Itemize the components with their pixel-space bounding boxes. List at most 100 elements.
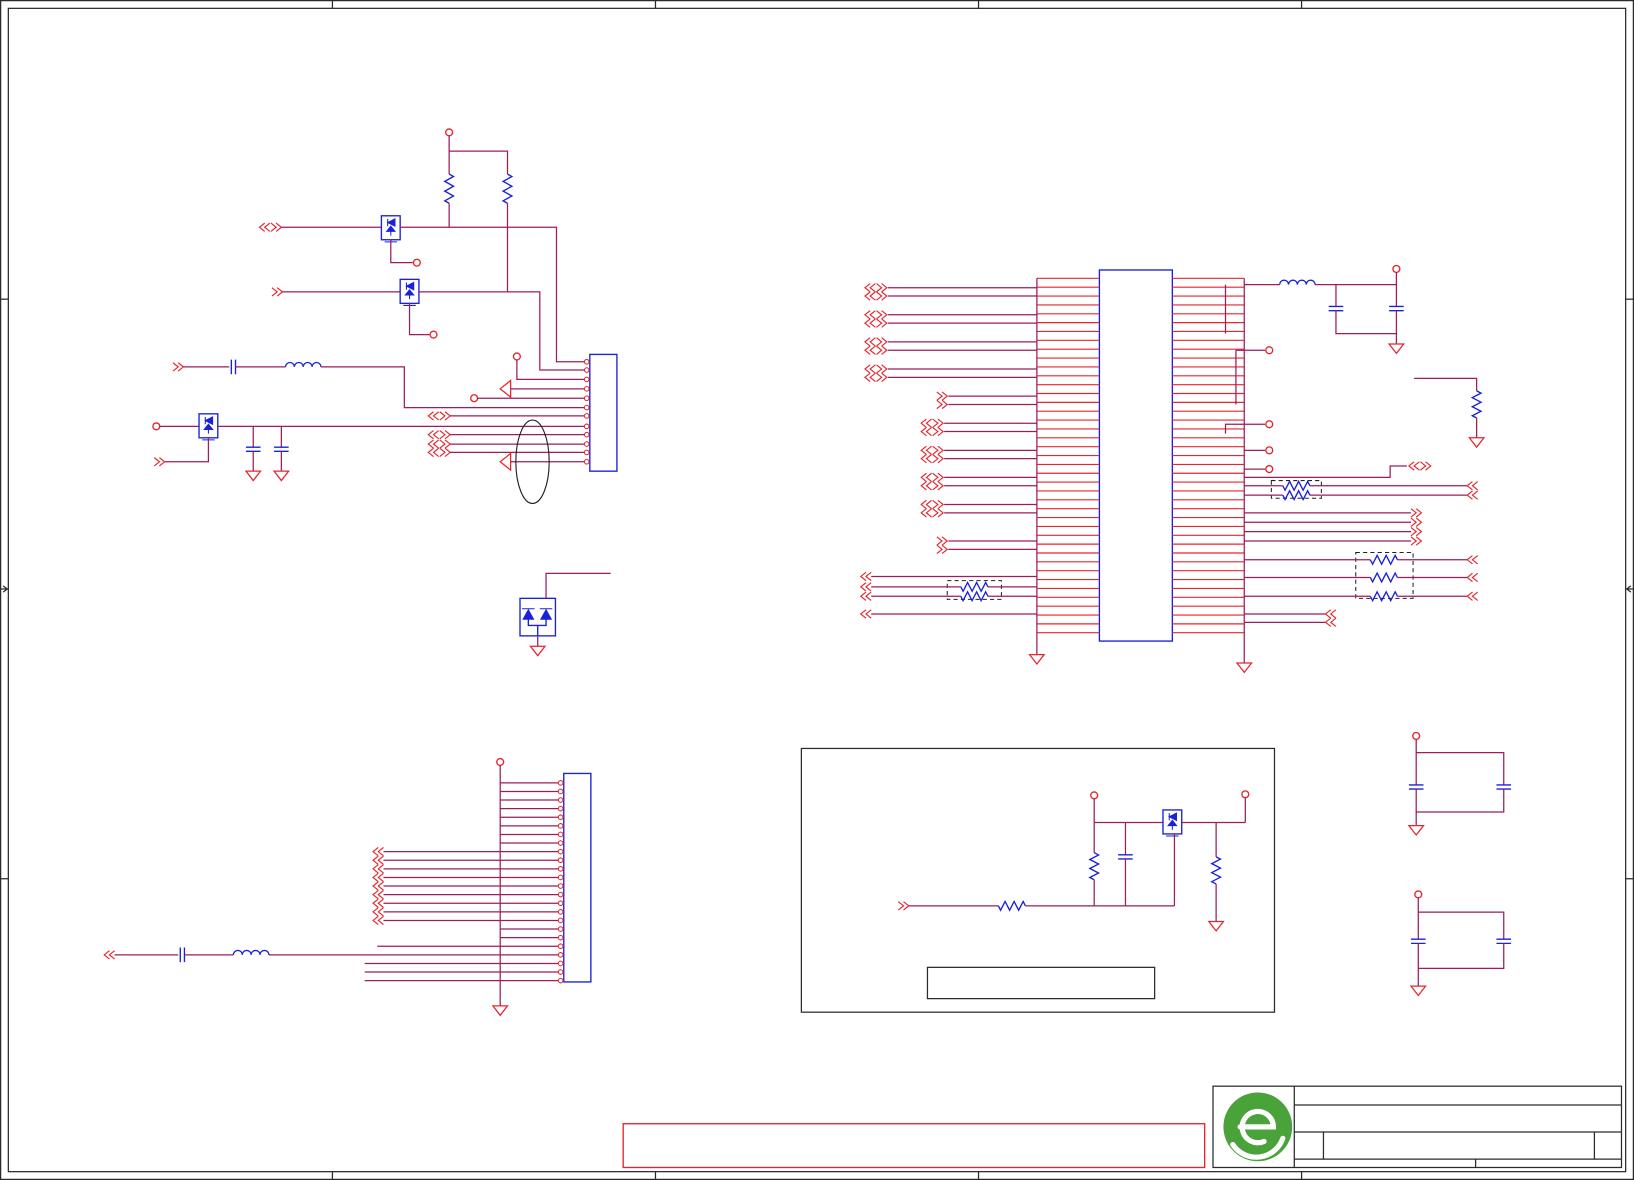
net-wire [1335,310,1397,335]
off-page-out-arrow-icon [271,287,284,297]
off-page-in-arrow-icon [1466,572,1479,583]
off-page-out-arrow-icon [932,426,945,437]
connector-pin [583,449,590,456]
drawing-frame [0,0,1634,1180]
connector-pin [557,909,564,915]
connector-pin [557,891,564,898]
off-page-out-arrow-icon [876,310,888,320]
off-page-in-arrow-icon [1407,461,1420,471]
off-page-in-arrow-icon [427,430,440,440]
off-page-in-arrow-icon [427,439,440,449]
section-outline [800,747,1276,1013]
off-page-out-arrow-icon [270,222,283,232]
outer-border [0,0,1634,1180]
capacitor-icon [1118,854,1133,860]
off-page-out-arrow-icon [876,291,888,301]
resistor-icon [1210,856,1222,885]
ground-icon [244,470,262,482]
off-page-in-arrow-icon [1466,591,1479,601]
power-port-icon [1090,791,1099,800]
mosfet-icon [384,218,398,243]
off-page-in-arrow-icon [372,855,384,865]
power-port-icon [1265,346,1274,355]
off-page-out-arrow-icon [876,372,888,382]
note-box [926,966,1156,1000]
input-switch-block [258,128,587,371]
power-port-icon [429,330,438,339]
decoupling-block [1407,731,1512,997]
net-wire [164,437,210,463]
capacitor-icon [1389,305,1404,312]
connector-pin [583,395,590,402]
capacitor-icon [179,947,186,963]
connector-pin [583,404,590,411]
off-page-in-arrow-icon [427,411,440,421]
connector-pin [557,977,564,984]
inner-border [7,7,1627,1173]
connector-pin [557,926,564,932]
resistor-icon [443,173,455,204]
resistor-icon [960,581,989,593]
off-page-in-arrow-icon [864,318,876,328]
schematic-sheet [0,0,1634,1180]
off-page-out-arrow-icon [439,430,452,440]
off-page-in-arrow-icon [920,499,932,510]
panel-connector-block [103,757,592,1017]
resistor-icon [1282,479,1311,492]
net-wire [320,366,587,409]
connector-pin [583,358,590,365]
notes [622,1123,1206,1169]
inductor-icon [284,361,322,368]
off-page-out-arrow-icon [932,445,945,455]
connector-pin [583,441,590,447]
off-page-in-arrow-icon [864,345,876,355]
power-port-icon [412,258,421,267]
off-page-in-arrow-icon [859,571,872,582]
off-page-out-arrow-icon [932,499,945,510]
off-page-out-arrow-icon [1410,508,1423,518]
off-page-in-arrow-icon [920,426,932,437]
title-block [1212,1085,1623,1169]
connector-pin [557,805,564,812]
off-page-in-arrow-icon [372,872,384,883]
off-page-in-arrow-icon [864,310,876,320]
off-page-in-arrow-icon [1466,481,1479,491]
connector-pin [557,952,564,958]
resistor-icon [501,173,514,204]
ground-icon [1235,662,1253,674]
off-page-in-arrow-icon [864,291,876,301]
ground-icon [529,645,547,657]
off-page-in-arrow-icon [859,582,872,592]
off-page-in-arrow-icon [920,472,932,483]
off-page-out-arrow-icon [439,411,452,421]
off-page-out-arrow-icon [1410,536,1423,546]
off-page-out-arrow-icon [439,447,452,458]
tvs-diode-icon [539,608,553,620]
power-port-icon [445,128,454,137]
off-page-in-arrow-icon [1466,490,1479,500]
net-wire [545,572,611,599]
connector-pin [557,797,564,803]
connector-body [563,772,592,983]
connector-pin [583,367,590,373]
off-page-in-arrow-icon [372,847,384,857]
mosfet-icon [403,281,416,306]
net-wire [1415,739,1505,785]
ground-icon [1207,920,1225,932]
connector-pin [557,840,564,846]
power-port-icon [512,352,521,361]
off-page-out-arrow-icon [439,439,452,449]
connector-body [589,353,618,472]
resistor-icon [1369,553,1399,566]
off-page-in-arrow-icon [372,881,384,891]
off-page-out-arrow-icon [876,318,888,328]
off-page-in-arrow-icon [864,283,876,293]
off-page-in-arrow-icon [920,481,932,491]
off-page-out-arrow-icon [932,508,945,518]
connector-pin [557,960,564,967]
net-wire [1417,897,1505,940]
capacitor-icon [1408,784,1424,790]
off-page-in-arrow-icon [859,591,872,601]
esd-internal-wire [527,619,547,636]
off-page-in-arrow-icon [372,890,384,900]
